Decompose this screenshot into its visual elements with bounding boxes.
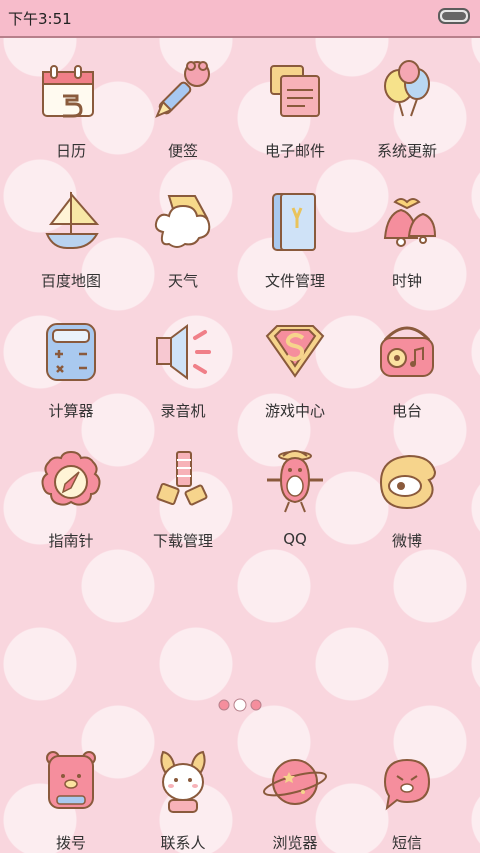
chat-icon bbox=[383, 758, 431, 811]
app-label: 系统更新 bbox=[376, 142, 437, 160]
status-bar: 下午3:51 bbox=[0, 0, 480, 38]
app-weather[interactable]: 天气 bbox=[128, 186, 238, 291]
balloons-icon bbox=[384, 60, 430, 117]
cloud-icon bbox=[154, 195, 211, 248]
bell-icon bbox=[383, 198, 437, 247]
battery-icon bbox=[438, 8, 470, 24]
app-label: 短信 bbox=[391, 834, 422, 852]
penguin-icon bbox=[267, 450, 323, 513]
bunny-icon bbox=[160, 750, 206, 813]
app-label: 电台 bbox=[391, 402, 422, 420]
app-system-update[interactable]: 系统更新 bbox=[352, 56, 462, 161]
app-label: 电子邮件 bbox=[264, 142, 325, 160]
app-clock[interactable]: 时钟 bbox=[352, 186, 462, 291]
game-badge-icon bbox=[265, 325, 325, 378]
app-qq[interactable]: QQ bbox=[240, 446, 350, 548]
speaker-icon bbox=[156, 324, 211, 380]
sailboat-icon bbox=[45, 191, 100, 249]
app-file-manager[interactable]: 文件管理 bbox=[240, 186, 350, 291]
app-label: 天气 bbox=[167, 272, 198, 290]
status-time: 下午3:51 bbox=[8, 10, 72, 28]
app-label: 日历 bbox=[55, 142, 86, 160]
app-label: 拨号 bbox=[55, 834, 86, 852]
app-contacts[interactable]: 联系人 bbox=[128, 746, 238, 853]
app-browser[interactable]: 浏览器 bbox=[240, 746, 350, 853]
app-sms[interactable]: 短信 bbox=[352, 746, 462, 853]
app-label: 百度地图 bbox=[40, 272, 101, 290]
app-label: QQ bbox=[283, 530, 307, 548]
calendar-icon bbox=[42, 65, 94, 118]
app-label: 便签 bbox=[167, 142, 198, 160]
app-compass[interactable]: 指南针 bbox=[16, 446, 126, 551]
app-label: 计算器 bbox=[48, 402, 94, 420]
folder-icon bbox=[272, 193, 316, 251]
app-phone[interactable]: 拨号 bbox=[16, 746, 126, 853]
app-label: 浏览器 bbox=[272, 834, 318, 852]
pen-icon bbox=[155, 61, 210, 118]
app-calendar[interactable]: 日历 bbox=[16, 56, 126, 161]
app-calculator[interactable]: 计算器 bbox=[16, 316, 126, 421]
envelope-icon bbox=[270, 65, 320, 117]
calculator-icon bbox=[46, 323, 96, 381]
app-label: 文件管理 bbox=[264, 272, 325, 290]
download-icon bbox=[156, 451, 208, 506]
weibo-icon bbox=[379, 454, 437, 510]
radio-icon bbox=[380, 326, 434, 377]
planet-icon bbox=[263, 759, 327, 805]
app-label: 下载管理 bbox=[152, 532, 213, 550]
app-radio[interactable]: 电台 bbox=[352, 316, 462, 421]
app-baidu-maps[interactable]: 百度地图 bbox=[16, 186, 126, 291]
app-label: 指南针 bbox=[48, 532, 94, 550]
page-indicator bbox=[218, 698, 262, 712]
app-weibo[interactable]: 微博 bbox=[352, 446, 462, 551]
bear-phone-icon bbox=[46, 751, 96, 809]
app-notes[interactable]: 便签 bbox=[128, 56, 238, 161]
app-label: 联系人 bbox=[160, 834, 206, 852]
app-email[interactable]: 电子邮件 bbox=[240, 56, 350, 161]
app-label: 时钟 bbox=[391, 272, 422, 290]
app-label: 录音机 bbox=[160, 402, 206, 420]
app-game-center[interactable]: 游戏中心 bbox=[240, 316, 350, 421]
app-downloads[interactable]: 下载管理 bbox=[128, 446, 238, 551]
app-label: 微博 bbox=[391, 532, 422, 550]
compass-icon bbox=[41, 450, 101, 506]
app-label: 游戏中心 bbox=[264, 402, 325, 420]
app-recorder[interactable]: 录音机 bbox=[128, 316, 238, 421]
